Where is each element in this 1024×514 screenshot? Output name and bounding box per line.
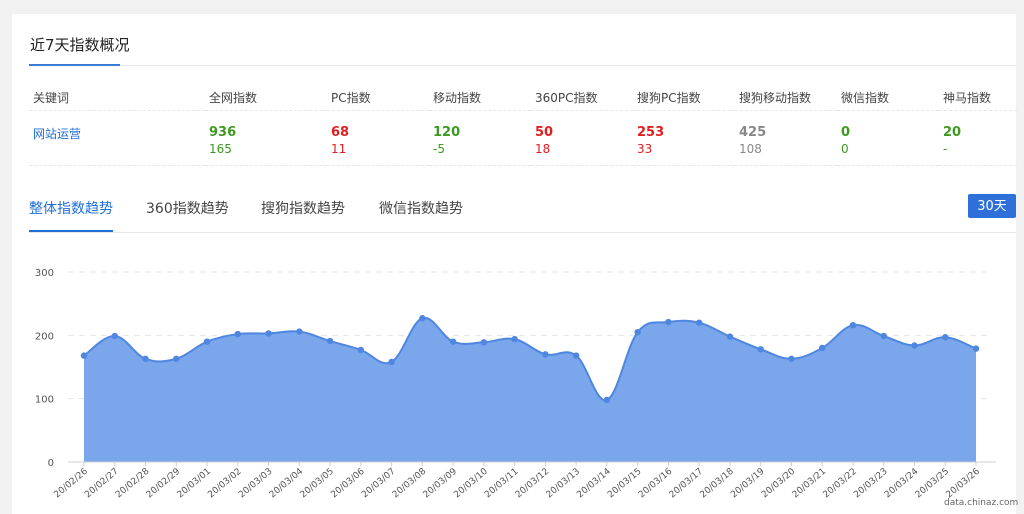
keyword-cell: 网站运营 <box>29 110 205 166</box>
table-header-row: 关键词 全网指数 PC指数 移动指数 360PC指数 搜狗PC指数 搜狗移动指数… <box>29 84 1017 111</box>
col-header-sogou-pc: 搜狗PC指数 <box>633 84 735 111</box>
keyword-link[interactable]: 网站运营 <box>33 127 81 141</box>
sogou-pc-change: 33 <box>637 142 653 156</box>
shenma-cell: 20 - <box>939 110 1017 166</box>
total-change: 165 <box>209 142 232 156</box>
data-point <box>849 322 857 329</box>
data-point <box>203 338 211 345</box>
wechat-cell: 00 <box>837 110 939 166</box>
shenma-change: - <box>943 142 948 156</box>
col-header-pc: PC指数 <box>327 84 429 111</box>
data-point <box>296 328 303 335</box>
section-title: 近7天指数概况 <box>30 36 130 54</box>
y-tick-label: 0 <box>48 458 54 469</box>
col-header-sogou-mobile: 搜狗移动指数 <box>735 84 837 111</box>
data-point <box>419 315 426 322</box>
data-point <box>819 344 826 352</box>
360pc-value: 50 <box>535 125 554 140</box>
sogou-pc-cell: 253 33 <box>633 110 735 166</box>
data-point <box>603 396 611 404</box>
pc-cell: 68 11 <box>327 110 429 166</box>
360pc-cell: 50 18 <box>531 110 633 166</box>
mobile-change: -5 <box>433 142 445 156</box>
col-header-mobile: 移动指数 <box>429 84 531 111</box>
watermark: data.chinaz.com <box>944 498 1019 508</box>
wechat-value: 0 <box>841 125 851 140</box>
total-value: 936 <box>209 125 237 140</box>
tab-sogou-trend[interactable]: 搜狗指数趋势 <box>261 200 345 230</box>
tab-wechat-trend[interactable]: 微信指数趋势 <box>379 200 463 230</box>
tab-overall-trend[interactable]: 整体指数趋势 <box>29 200 113 232</box>
data-point <box>788 355 795 362</box>
data-point <box>173 355 180 362</box>
sogou-mobile-value: 425 <box>739 125 767 140</box>
series-area <box>84 317 976 462</box>
sogou-mobile-change: 108 <box>739 142 762 156</box>
x-tick-label: 20/03/26 <box>945 466 983 500</box>
mobile-cell: 120 -5 <box>429 110 531 166</box>
sogou-mobile-cell: 425 108 <box>735 110 837 166</box>
data-point <box>449 338 457 345</box>
mobile-value: 120 <box>433 125 461 140</box>
data-point <box>634 328 641 336</box>
wechat-change: 0 <box>841 142 849 156</box>
data-point <box>357 346 365 354</box>
y-tick-label: 200 <box>35 331 54 342</box>
total-cell: 936 165 <box>205 110 327 166</box>
data-point <box>142 355 149 362</box>
table-row: 网站运营 936 165 68 11 120 -5 50 18 253 33 425 108… <box>29 110 1017 166</box>
data-point <box>480 339 488 346</box>
tab-360-trend[interactable]: 360指数趋势 <box>146 200 229 230</box>
data-point <box>572 352 580 359</box>
col-header-wechat: 微信指数 <box>837 84 939 111</box>
data-point <box>511 335 518 343</box>
range-30-days-button[interactable]: 30天 <box>968 194 1016 218</box>
data-point <box>972 345 980 352</box>
data-point <box>911 342 918 349</box>
trend-tabs: 整体指数趋势 360指数趋势 搜狗指数趋势 微信指数趋势 <box>29 200 1017 233</box>
shenma-value: 20 <box>943 125 962 140</box>
col-header-360pc: 360PC指数 <box>531 84 633 111</box>
data-point <box>726 333 734 340</box>
data-point <box>326 337 334 345</box>
col-header-total: 全网指数 <box>205 84 327 111</box>
trend-chart: 010020030020/02/2620/02/2720/02/2820/02/… <box>35 268 996 500</box>
data-point <box>388 358 395 366</box>
360pc-change: 18 <box>535 142 551 156</box>
col-header-shenma: 神马指数 <box>939 84 1017 111</box>
data-point <box>111 332 118 340</box>
pc-value: 68 <box>331 125 350 140</box>
data-point <box>695 319 703 326</box>
data-point <box>542 351 549 358</box>
section-divider <box>29 65 1017 66</box>
index-table: 关键词 全网指数 PC指数 移动指数 360PC指数 搜狗PC指数 搜狗移动指数… <box>29 84 1017 166</box>
col-header-keyword: 关键词 <box>29 84 205 111</box>
section-title-underline <box>29 64 120 66</box>
y-tick-label: 300 <box>35 268 54 279</box>
pc-change: 11 <box>331 142 347 156</box>
y-tick-label: 100 <box>35 395 54 406</box>
data-point <box>80 352 88 359</box>
data-point <box>665 318 672 326</box>
data-point <box>757 346 764 353</box>
data-point <box>942 334 949 341</box>
data-point <box>880 332 887 340</box>
data-point <box>265 330 272 337</box>
index-panel: 近7天指数概况 关键词 全网指数 PC指数 移动指数 360PC指数 搜狗PC指… <box>12 14 1019 514</box>
sogou-pc-value: 253 <box>637 125 665 140</box>
data-point <box>234 330 241 338</box>
